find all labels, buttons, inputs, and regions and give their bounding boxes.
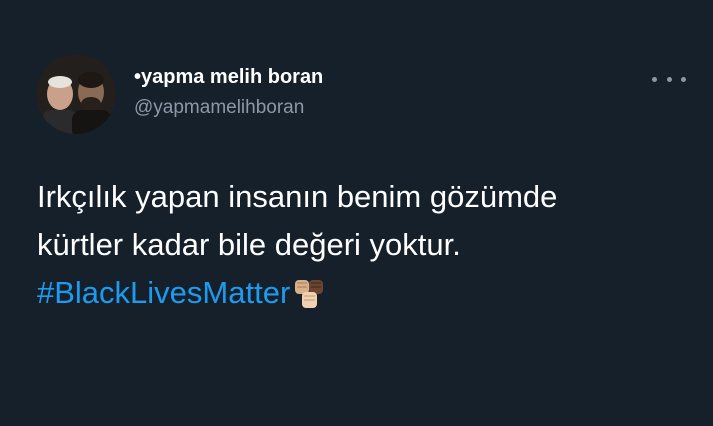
more-options-icon[interactable] <box>652 68 686 90</box>
tweet-text-line: kürtler kadar bile değeri yoktur. <box>37 227 461 262</box>
tweet-card: •yapma melih boran @yapmamelihboran Irkç… <box>0 0 713 426</box>
dot <box>652 76 657 82</box>
user-handle[interactable]: @yapmamelihboran <box>134 97 304 119</box>
dot <box>681 76 686 82</box>
tweet-text-line: Irkçılık yapan insanın benim gözümde <box>37 179 558 214</box>
dot <box>666 76 672 82</box>
tweet-text: Irkçılık yapan insanın benim gözümde kür… <box>37 173 677 317</box>
hashtag-link[interactable]: #BlackLivesMatter <box>37 269 290 317</box>
avatar[interactable] <box>36 54 116 134</box>
hashtag-line: #BlackLivesMatter <box>37 269 677 317</box>
display-name[interactable]: •yapma melih boran <box>134 66 323 89</box>
raised-fist-skin-tones-icon <box>293 278 325 312</box>
avatar-photo <box>36 54 116 134</box>
